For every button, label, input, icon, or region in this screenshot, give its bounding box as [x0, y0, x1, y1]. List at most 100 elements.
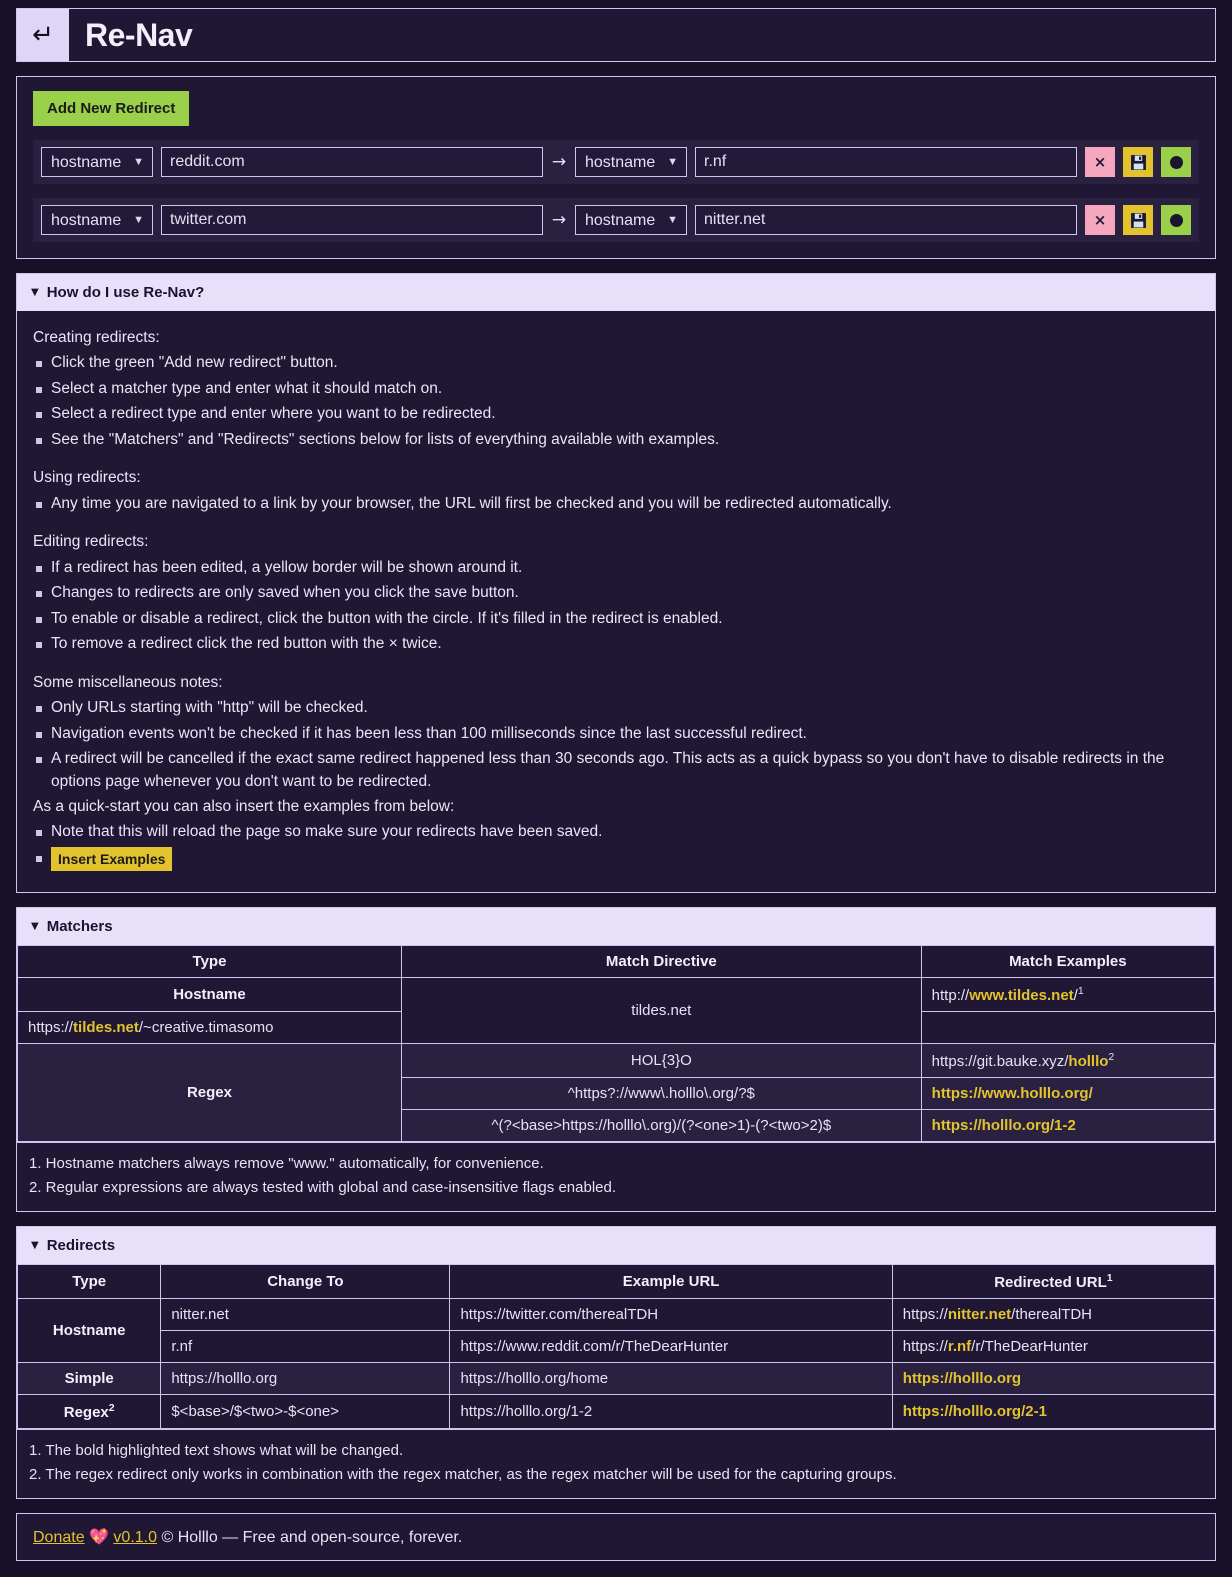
url-prefix: https://git.bauke.xyz/	[931, 1053, 1069, 1071]
column-header: Change To	[160, 1264, 451, 1300]
save-redirect-button[interactable]	[1123, 205, 1153, 235]
page-title: Re-Nav	[85, 16, 193, 53]
help-group-title: Using redirects:	[33, 469, 141, 487]
chevron-down-icon: ▼	[31, 286, 39, 298]
circle-icon	[1169, 213, 1183, 227]
highlighted-text: r.nf	[947, 1338, 972, 1356]
save-redirect-button[interactable]	[1123, 147, 1153, 177]
insert-examples-button[interactable]: Insert Examples	[51, 846, 173, 871]
help-quickstart-title: As a quick-start you can also insert the…	[33, 797, 455, 815]
donate-link[interactable]: Donate	[33, 1529, 85, 1546]
url-example: https://tildes.net/~creative.timasomo	[28, 1019, 274, 1036]
column-header: Match Examples	[920, 945, 1216, 979]
return-arrow-icon: ↵	[17, 9, 69, 61]
redirects-table-body: Hostname nitter.net https://twitter.com/th…	[16, 1298, 1216, 1430]
toggle-redirect-enabled-button[interactable]	[1161, 205, 1191, 235]
url-prefix: https://	[28, 1019, 74, 1037]
list-item: A redirect will be cancelled if the exac…	[33, 748, 1199, 793]
app-header: ↵ Re-Nav	[16, 8, 1216, 62]
version-link[interactable]: v0.1.0	[113, 1529, 157, 1546]
list-item: Insert Examples	[33, 846, 1199, 871]
redirects-notes: 1. The bold highlighted text shows what …	[17, 1429, 1215, 1498]
chevron-down-icon: ▼	[31, 1239, 39, 1251]
redirect-type-select-wrapper: hostnamesimpleregex▼	[575, 205, 687, 235]
url-prefix: http://	[931, 987, 970, 1005]
redirect-type-cell: Regex2	[16, 1394, 162, 1430]
url-suffix: /therealTDH	[1011, 1306, 1093, 1324]
highlighted-text: https://holllo.org	[902, 1370, 1022, 1388]
redirect-row-list: hostnameregex▼→hostnamesimpleregex▼×host…	[33, 140, 1199, 242]
matchers-panel: ▼ Matchers Type Match Directive Match Exam…	[16, 907, 1216, 1213]
table-header-row: Type Match Directive Match Examples	[17, 945, 1216, 979]
list-item: Only URLs starting with "http" will be c…	[33, 697, 1199, 719]
column-header: Type	[16, 1264, 162, 1300]
redirect-value-input[interactable]	[695, 147, 1077, 177]
delete-redirect-button[interactable]: ×	[1085, 147, 1115, 177]
list-item: Note that this will reload the page so m…	[33, 821, 1199, 843]
help-group-list: Only URLs starting with "http" will be c…	[33, 697, 1199, 793]
footnote-marker: 2	[1108, 1051, 1115, 1064]
change-to-cell: $<base>/$<two>-$<one>	[160, 1394, 451, 1430]
redirect-type-select[interactable]: hostnamesimpleregex	[575, 147, 687, 177]
add-new-redirect-button[interactable]: Add New Redirect	[33, 91, 190, 126]
matchers-section-header[interactable]: ▼ Matchers	[17, 908, 1215, 946]
delete-redirect-button[interactable]: ×	[1085, 205, 1115, 235]
footnote-marker: 2	[108, 1402, 115, 1415]
redirects-section-header[interactable]: ▼ Redirects	[17, 1227, 1215, 1265]
list-item: Click the green "Add new redirect" butto…	[33, 352, 1199, 374]
table-row: Regex2 $<base>/$<two>-$<one> https://holll…	[16, 1394, 1216, 1430]
matchers-section-title: Matchers	[46, 918, 113, 936]
redirect-type-select[interactable]: hostnamesimpleregex	[575, 205, 687, 235]
list-item: If a redirect has been edited, a yellow …	[33, 557, 1199, 579]
match-directive-cell: tildes.net	[400, 977, 922, 1045]
redirects-table-head: Type Change To Example URL Redirected URL1	[16, 1264, 1216, 1300]
redirect-type-select-wrapper: hostnamesimpleregex▼	[575, 147, 687, 177]
highlighted-text: nitter.net	[947, 1306, 1012, 1324]
help-section-title: How do I use Re-Nav?	[46, 284, 205, 301]
help-group-title: Some miscellaneous notes:	[33, 673, 223, 691]
help-panel: ▼ How do I use Re-Nav? Creating redirect…	[16, 273, 1216, 894]
example-url-cell: https://holllo.org/home	[449, 1362, 893, 1396]
help-group: Some miscellaneous notes: Only URLs start…	[33, 672, 1199, 793]
match-directive-cell: ^(?<base>https://holllo\.org)/(?<one>1)-…	[400, 1109, 922, 1143]
footnote: 2. Regular expressions are always tested…	[29, 1178, 616, 1196]
url-example: https://holllo.org	[903, 1370, 1021, 1387]
arrow-right-icon: →	[551, 152, 567, 172]
return-arrow-glyph: ↵	[32, 20, 54, 50]
match-example-cell: http://www.tildes.net/1	[920, 977, 1216, 1013]
redirect-row: hostnameregex▼ → hostnamesimpleregex▼ ×	[33, 140, 1199, 184]
matcher-type-select[interactable]: hostnameregex	[41, 147, 153, 177]
matcher-type-select[interactable]: hostnameregex	[41, 205, 153, 235]
matchers-table-body: Hostname tildes.net http://www.tildes.net/…	[17, 977, 1216, 1143]
matchers-table: Type Match Directive Match Examples Hostna…	[17, 945, 1216, 1143]
matcher-value-input[interactable]	[161, 205, 543, 235]
help-group-list: Any time you are navigated to a link by …	[33, 493, 1199, 515]
redirect-type-cell: Hostname	[16, 1298, 162, 1364]
help-section-header[interactable]: ▼ How do I use Re-Nav?	[17, 274, 1215, 311]
table-row: r.nf https://www.reddit.com/r/TheDearHunt…	[18, 1330, 1216, 1364]
url-example: https://nitter.net/therealTDH	[903, 1306, 1092, 1323]
matcher-value-input[interactable]	[161, 147, 543, 177]
redirects-table: Type Change To Example URL Redirected URL1 …	[16, 1264, 1216, 1430]
matchers-table-head: Type Match Directive Match Examples	[17, 945, 1216, 979]
help-group-list: If a redirect has been edited, a yellow …	[33, 557, 1199, 656]
list-item: Select a matcher type and enter what it …	[33, 378, 1199, 400]
footnote: 2. The regex redirect only works in comb…	[29, 1465, 897, 1483]
footnote-marker: 1	[1077, 985, 1084, 998]
column-header: Match Directive	[400, 945, 922, 979]
url-suffix: /~creative.timasomo	[138, 1019, 274, 1037]
redirects-panel: ▼ Redirects Type Change To Example URL Redi…	[16, 1226, 1216, 1500]
footnote: 1. Hostname matchers always remove "www.…	[29, 1155, 544, 1173]
url-example: https://holllo.org/1-2	[932, 1117, 1076, 1134]
url-prefix: https://	[902, 1306, 948, 1324]
help-group-title: Creating redirects:	[33, 329, 160, 346]
table-row: Hostname nitter.net https://twitter.com/th…	[16, 1298, 1216, 1364]
help-quickstart-list: Note that this will reload the page so m…	[33, 821, 1199, 871]
match-example-cell: https://git.bauke.xyz/holllo2	[920, 1043, 1216, 1079]
change-to-cell: nitter.net	[160, 1298, 451, 1332]
redirect-value-input[interactable]	[695, 205, 1077, 235]
highlighted-text: www.tildes.net	[969, 987, 1074, 1005]
matcher-type-select-wrapper: hostnameregex▼	[41, 147, 153, 177]
redirected-url-cell: https://nitter.net/therealTDH	[891, 1298, 1216, 1332]
toggle-redirect-enabled-button[interactable]	[1161, 147, 1191, 177]
